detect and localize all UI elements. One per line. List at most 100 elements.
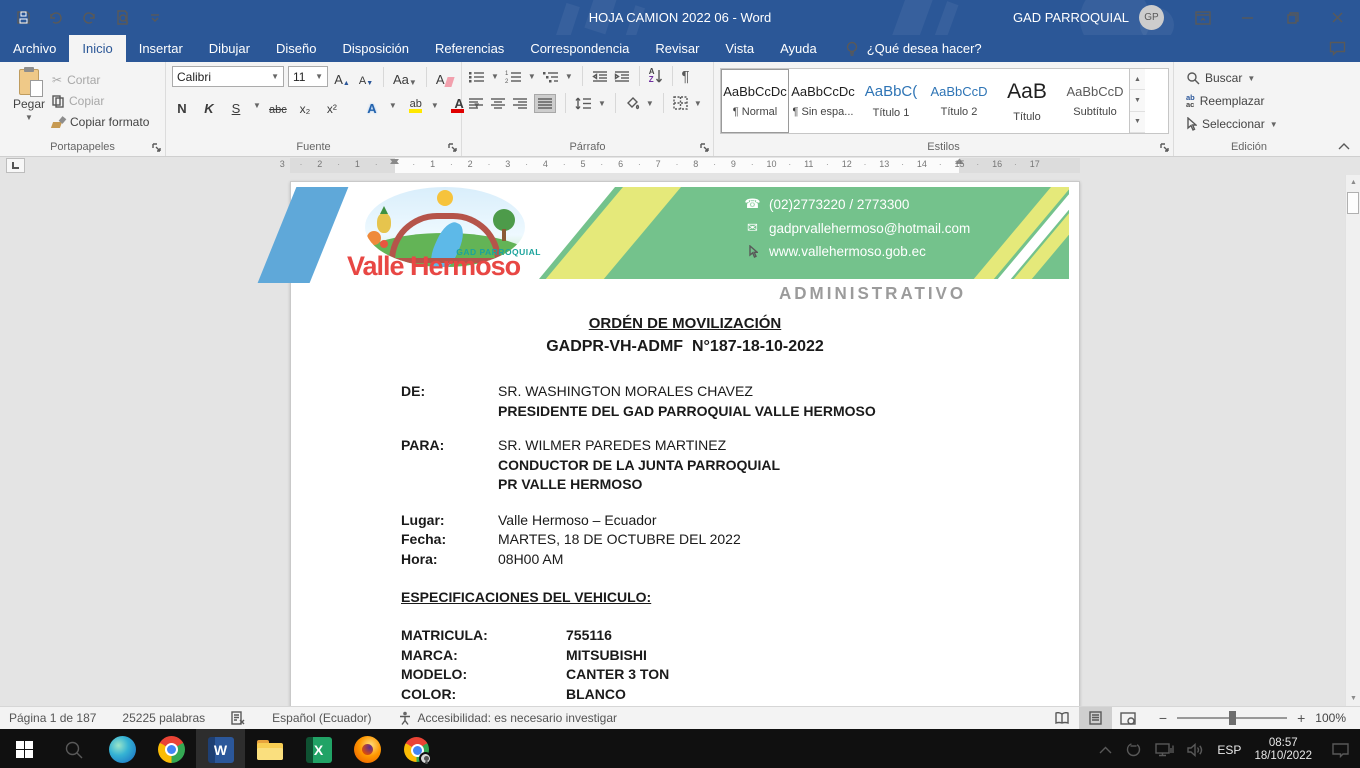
increase-indent-button[interactable] (614, 70, 630, 83)
redo-icon[interactable] (80, 9, 98, 27)
document-body[interactable]: DE: SR. WASHINGTON MORALES CHAVEZ PRESID… (401, 382, 1071, 704)
highlight-button[interactable]: ab (404, 95, 424, 116)
web-layout-button[interactable] (1112, 707, 1145, 729)
underline-button[interactable]: S (226, 95, 246, 116)
paragraph-dialog-launcher-icon[interactable] (700, 143, 709, 152)
language-indicator[interactable]: Español (Ecuador) (272, 711, 371, 725)
undo-icon[interactable] (47, 9, 65, 27)
zoom-in-button[interactable]: + (1297, 710, 1305, 726)
tab-revisar[interactable]: Revisar (642, 35, 712, 62)
shading-dropdown-icon[interactable]: ▼ (646, 99, 654, 108)
close-button[interactable] (1315, 0, 1360, 35)
paste-dropdown-icon[interactable]: ▼ (25, 113, 33, 122)
style-title[interactable]: AaB Título (993, 69, 1061, 133)
account-name[interactable]: GAD PARROQUIAL (1013, 10, 1129, 25)
accessibility-status[interactable]: Accesibilidad: es necesario investigar (398, 711, 617, 725)
borders-dropdown-icon[interactable]: ▼ (694, 99, 702, 108)
italic-button[interactable]: K (199, 95, 219, 116)
show-marks-button[interactable]: ¶ (682, 68, 690, 85)
style-subtitle[interactable]: AaBbCcD Subtítulo (1061, 69, 1129, 133)
style-heading2[interactable]: AaBbCcD Título 2 (925, 69, 993, 133)
taskbar-search-button[interactable] (49, 729, 98, 768)
tray-chevron-icon[interactable] (1099, 746, 1112, 754)
decrease-indent-button[interactable] (592, 70, 608, 83)
strikethrough-button[interactable]: abc (268, 95, 288, 116)
zoom-out-button[interactable]: − (1159, 710, 1167, 726)
copy-button[interactable]: Copiar (52, 91, 149, 111)
select-button[interactable]: Seleccionar ▼ (1186, 114, 1320, 134)
action-center-icon[interactable] (1331, 742, 1350, 758)
tab-diseno[interactable]: Diseño (263, 35, 329, 62)
hanging-indent-marker[interactable] (390, 159, 399, 164)
align-center-button[interactable] (490, 97, 506, 110)
cut-button[interactable]: ✂ Cortar (52, 70, 149, 90)
tab-correspondencia[interactable]: Correspondencia (517, 35, 642, 62)
collapse-ribbon-icon[interactable] (1338, 143, 1350, 150)
ruler-strip[interactable]: 3211234567891011121314151617············… (290, 158, 1080, 173)
restore-button[interactable] (1270, 0, 1315, 35)
taskbar-edge[interactable] (98, 729, 147, 768)
tray-network-icon[interactable] (1155, 742, 1174, 757)
superscript-button[interactable]: x² (322, 95, 342, 116)
select-dropdown-icon[interactable]: ▼ (1270, 120, 1278, 129)
word-count[interactable]: 25225 palabras (122, 711, 205, 725)
vertical-scrollbar[interactable]: ▲ ▼ (1345, 175, 1360, 706)
tab-vista[interactable]: Vista (712, 35, 767, 62)
print-preview-icon[interactable] (113, 9, 131, 27)
style-no-spacing[interactable]: AaBbCcDc ¶ Sin espa... (789, 69, 857, 133)
change-case-button[interactable]: Aa▼ (391, 66, 419, 87)
clear-format-button[interactable]: A (434, 66, 455, 87)
zoom-level[interactable]: 100% (1315, 711, 1346, 725)
sort-button[interactable]: A Z (649, 68, 663, 84)
scroll-down-icon[interactable]: ▼ (1346, 691, 1360, 706)
format-painter-button[interactable]: Copiar formato (52, 112, 149, 132)
font-name-combo[interactable]: Calibri▼ (172, 66, 284, 87)
document-page[interactable]: Valle Hermoso GAD PARROQUIAL ☎ (02)27732… (290, 181, 1080, 706)
save-icon[interactable] (14, 9, 32, 27)
account-avatar[interactable]: GP (1139, 5, 1164, 30)
bold-button[interactable]: N (172, 95, 192, 116)
shrink-font-button[interactable]: A▼ (356, 66, 376, 87)
tray-onedrive-icon[interactable] (1125, 741, 1142, 758)
text-effects-button[interactable]: A (362, 95, 382, 116)
line-spacing-dropdown-icon[interactable]: ▼ (598, 99, 606, 108)
tab-insertar[interactable]: Insertar (126, 35, 196, 62)
style-heading1[interactable]: AaBbC( Título 1 (857, 69, 925, 133)
find-dropdown-icon[interactable]: ▼ (1247, 74, 1255, 83)
highlight-dropdown-icon[interactable]: ▼ (431, 101, 439, 110)
underline-dropdown-icon[interactable]: ▼ (253, 101, 261, 110)
tray-clock[interactable]: 08:57 18/10/2022 (1254, 737, 1312, 763)
tab-disposicion[interactable]: Disposición (329, 35, 421, 62)
page-indicator[interactable]: Página 1 de 187 (9, 711, 96, 725)
styles-dialog-launcher-icon[interactable] (1160, 143, 1169, 152)
tab-inicio[interactable]: Inicio (69, 35, 125, 62)
replace-button[interactable]: ab ac Reemplazar (1186, 91, 1320, 111)
styles-more-icon[interactable]: ▼ (1130, 112, 1145, 133)
minimize-button[interactable] (1225, 0, 1270, 35)
proofing-icon[interactable] (231, 711, 246, 726)
taskbar-chrome-profile[interactable] (392, 729, 441, 768)
tab-selector[interactable] (6, 158, 25, 173)
bullet-list-dropdown-icon[interactable]: ▼ (491, 72, 499, 81)
taskbar-word[interactable]: W (196, 729, 245, 768)
comments-icon[interactable] (1329, 35, 1346, 62)
find-button[interactable]: Buscar ▼ (1186, 68, 1320, 88)
tab-referencias[interactable]: Referencias (422, 35, 517, 62)
grow-font-button[interactable]: A▲ (332, 66, 352, 87)
font-size-combo[interactable]: 11▼ (288, 66, 328, 87)
align-right-button[interactable] (512, 97, 528, 110)
bullet-list-button[interactable] (468, 70, 485, 83)
customize-qat-icon[interactable] (146, 9, 164, 27)
tray-language[interactable]: ESP (1217, 743, 1241, 757)
zoom-slider-thumb[interactable] (1229, 711, 1236, 725)
numbered-list-dropdown-icon[interactable]: ▼ (528, 72, 536, 81)
tab-ayuda[interactable]: Ayuda (767, 35, 830, 62)
taskbar-explorer[interactable] (245, 729, 294, 768)
justify-button[interactable] (534, 94, 556, 113)
zoom-slider[interactable] (1177, 717, 1287, 719)
tellme-box[interactable]: ¿Qué desea hacer? (846, 35, 982, 62)
scroll-up-icon[interactable]: ▲ (1346, 175, 1360, 190)
align-left-button[interactable] (468, 97, 484, 110)
borders-button[interactable] (673, 96, 688, 110)
text-effects-dropdown-icon[interactable]: ▼ (389, 101, 397, 110)
